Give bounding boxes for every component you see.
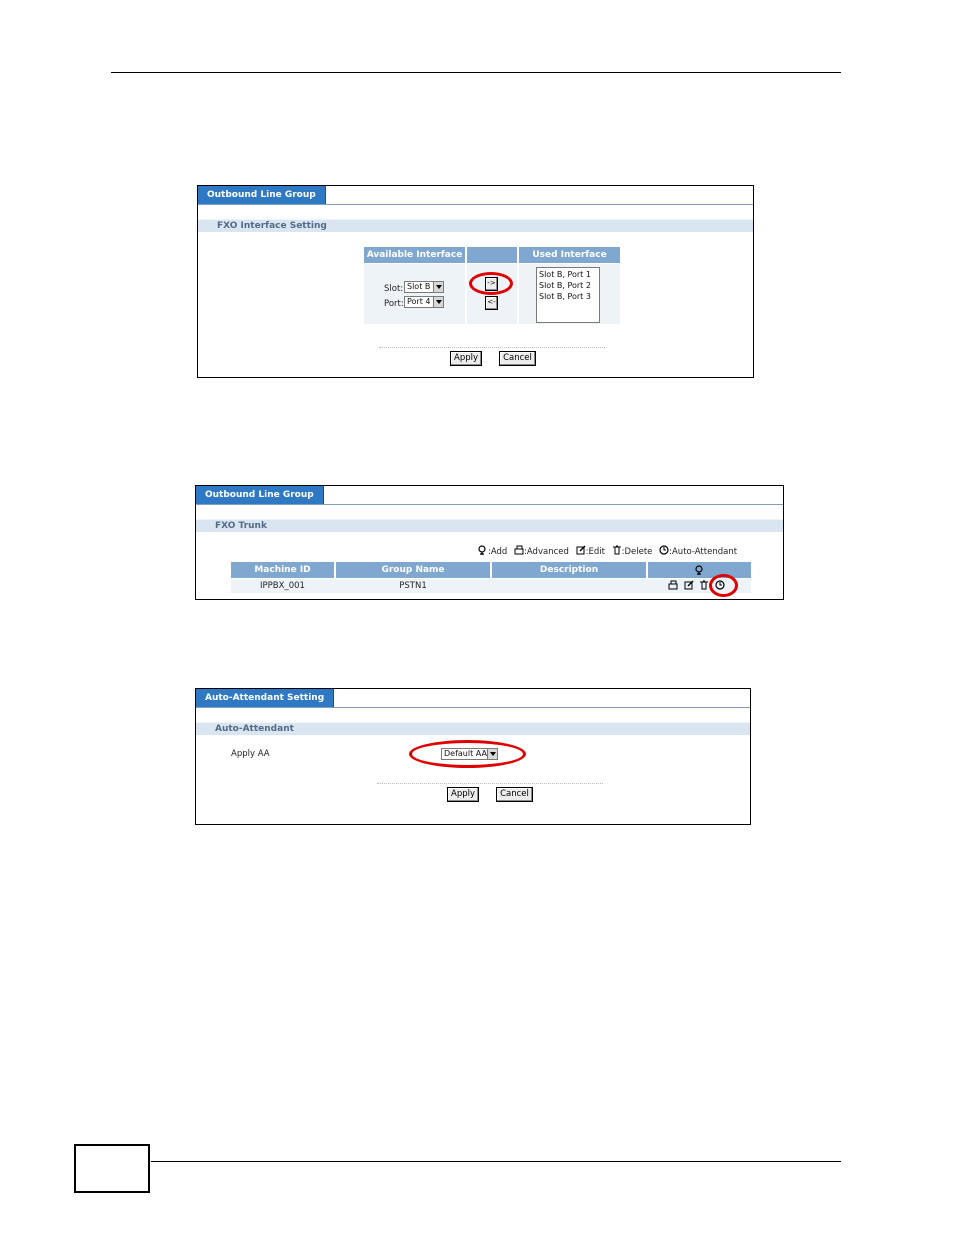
advanced-icon bbox=[514, 545, 524, 555]
divider bbox=[377, 783, 603, 784]
used-interface-list[interactable]: Slot B, Port 1 Slot B, Port 2 Slot B, Po… bbox=[536, 267, 600, 323]
cell-machine-id: IPPBX_001 bbox=[260, 581, 305, 591]
delete-icon[interactable] bbox=[699, 580, 709, 590]
available-cell bbox=[364, 264, 465, 324]
slot-select[interactable]: Slot B bbox=[404, 281, 444, 293]
apply-button[interactable]: Apply bbox=[450, 351, 482, 366]
auto-attendant-icon bbox=[659, 545, 669, 555]
tab-outbound-line-group[interactable]: Outbound Line Group bbox=[198, 186, 326, 205]
icon-legend: :Add :Advanced :Edit :Delete :Auto-Atten… bbox=[478, 545, 737, 557]
highlight-ring bbox=[409, 740, 526, 768]
cell-group-name: PSTN1 bbox=[399, 581, 427, 591]
header-actions bbox=[648, 562, 751, 578]
legend-auto-attendant-label: :Auto-Attendant bbox=[669, 547, 738, 557]
cancel-button[interactable]: Cancel bbox=[496, 787, 533, 802]
add-icon bbox=[478, 545, 488, 555]
port-select[interactable]: Port 4 bbox=[404, 296, 444, 308]
section-auto-attendant: Auto-Attendant bbox=[196, 722, 750, 735]
delete-icon bbox=[612, 545, 622, 555]
port-select-value: Port 4 bbox=[407, 297, 431, 306]
tab-auto-attendant-setting[interactable]: Auto-Attendant Setting bbox=[196, 689, 335, 708]
remove-interface-button[interactable]: <- bbox=[485, 296, 498, 310]
advanced-icon[interactable] bbox=[668, 580, 678, 590]
section-fxo-interface-setting: FXO Interface Setting bbox=[198, 219, 753, 232]
list-item[interactable]: Slot B, Port 1 bbox=[539, 269, 597, 280]
header-machine-id: Machine ID bbox=[231, 562, 334, 578]
section-fxo-trunk: FXO Trunk bbox=[196, 519, 783, 532]
cancel-button[interactable]: Cancel bbox=[499, 351, 536, 366]
apply-button[interactable]: Apply bbox=[447, 787, 479, 802]
chevron-down-icon bbox=[433, 297, 443, 307]
header-used-interface: Used Interface bbox=[519, 247, 620, 263]
header-available-interface: Available Interface bbox=[364, 247, 465, 263]
port-label: Port: bbox=[384, 299, 404, 309]
fxo-interface-panel: Outbound Line Group FXO Interface Settin… bbox=[197, 185, 754, 378]
header-description: Description bbox=[492, 562, 646, 578]
header-group-name: Group Name bbox=[336, 562, 490, 578]
highlight-ring bbox=[469, 272, 513, 295]
legend-add-label: :Add bbox=[488, 547, 508, 557]
legend-delete-label: :Delete bbox=[621, 547, 653, 557]
header-arrows bbox=[467, 247, 517, 263]
edit-icon bbox=[576, 545, 586, 555]
edit-icon[interactable] bbox=[684, 580, 694, 590]
footer-rule bbox=[151, 1161, 841, 1162]
list-item[interactable]: Slot B, Port 2 bbox=[539, 280, 597, 291]
slot-label: Slot: bbox=[384, 284, 404, 294]
tab-underline bbox=[196, 707, 750, 708]
apply-aa-label: Apply AA bbox=[231, 749, 270, 759]
tab-outbound-line-group[interactable]: Outbound Line Group bbox=[196, 486, 324, 505]
list-item[interactable]: Slot B, Port 3 bbox=[539, 291, 597, 302]
chevron-down-icon bbox=[433, 282, 443, 292]
tab-underline bbox=[196, 504, 783, 505]
tab-underline bbox=[198, 204, 753, 205]
highlight-ring bbox=[709, 574, 738, 597]
header-rule bbox=[111, 72, 841, 73]
divider bbox=[379, 347, 605, 348]
page-number-box bbox=[74, 1144, 150, 1193]
slot-select-value: Slot B bbox=[407, 282, 431, 291]
legend-edit-label: :Edit bbox=[585, 547, 605, 557]
add-icon[interactable] bbox=[694, 565, 705, 575]
legend-advanced-label: :Advanced bbox=[524, 547, 569, 557]
fxo-trunk-panel: Outbound Line Group FXO Trunk :Add :Adva… bbox=[195, 485, 784, 600]
auto-attendant-panel: Auto-Attendant Setting Auto-Attendant Ap… bbox=[195, 688, 751, 825]
